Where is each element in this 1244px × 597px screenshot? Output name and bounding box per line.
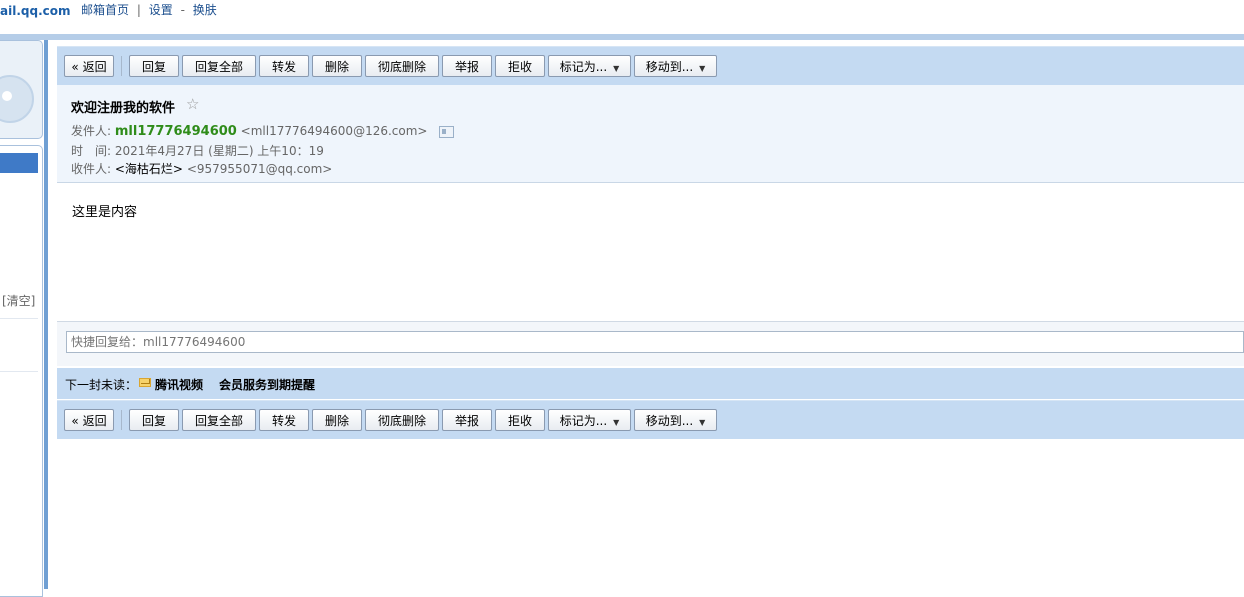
sidebar: [清空]: [0, 40, 44, 597]
from-label: 发件人:: [71, 124, 112, 138]
quick-reply-area: [57, 322, 1244, 366]
next-unread-sender[interactable]: 腾讯视频: [155, 376, 203, 393]
chevron-down-icon: ▼: [613, 418, 620, 427]
sidebar-top-panel: [0, 40, 43, 139]
star-icon[interactable]: ☆: [186, 95, 199, 113]
reply-button[interactable]: 回复: [129, 409, 179, 431]
move-to-label: 移动到...: [645, 60, 694, 74]
chevron-down-icon: ▼: [613, 64, 620, 73]
forward-button[interactable]: 转发: [259, 55, 309, 77]
delete-permanent-button[interactable]: 彻底删除: [365, 409, 439, 431]
link-separator: |: [136, 3, 141, 17]
sidebar-item-active[interactable]: [0, 153, 38, 173]
next-unread-subject[interactable]: 会员服务到期提醒: [219, 376, 315, 393]
time-label: 时 间:: [71, 144, 112, 158]
reject-button[interactable]: 拒收: [495, 55, 545, 77]
recipient-address: <957955071@qq.com>: [186, 162, 333, 176]
next-unread-bar: 下一封未读： 腾讯视频 会员服务到期提醒: [57, 368, 1244, 399]
mailbox-home-link[interactable]: 邮箱首页: [81, 1, 129, 18]
move-to-label: 移动到...: [645, 414, 694, 428]
toolbar-separator: [121, 410, 122, 430]
change-skin-link[interactable]: 换肤: [193, 1, 217, 18]
time-value: 2021年4月27日 (星期二) 上午10：19: [114, 144, 324, 158]
back-button[interactable]: « 返回: [64, 55, 114, 77]
move-to-dropdown[interactable]: 移动到... ▼: [634, 409, 717, 431]
mail-body: 这里是内容: [72, 205, 138, 220]
delete-button[interactable]: 删除: [312, 55, 362, 77]
divider: [0, 371, 38, 372]
to-label: 收件人:: [71, 162, 112, 176]
report-button[interactable]: 举报: [442, 55, 492, 77]
mark-as-dropdown[interactable]: 标记为... ▼: [548, 55, 631, 77]
delete-button[interactable]: 删除: [312, 409, 362, 431]
divider: [0, 318, 38, 319]
mail-header: 欢迎注册我的软件 ☆ 发件人: mll17776494600 <mll17776…: [57, 85, 1244, 183]
toolbar-bottom: « 返回 回复 回复全部 转发 删除 彻底删除 举报 拒收 标记为... ▼ 移动…: [57, 400, 1244, 439]
clear-button[interactable]: [清空]: [2, 292, 35, 309]
sidebar-folder-panel: [清空]: [0, 145, 43, 597]
header-links: 邮箱首页 | 设置 - 换肤: [81, 1, 217, 18]
toolbar-separator: [121, 56, 122, 76]
chevron-down-icon: ▼: [699, 64, 706, 73]
recipient-name[interactable]: <海枯石烂>: [115, 162, 183, 176]
quick-reply-input[interactable]: [66, 331, 1244, 353]
disc-icon: [0, 75, 34, 123]
top-header: ail.qq.com 邮箱首页 | 设置 - 换肤: [0, 0, 1244, 34]
delete-permanent-button[interactable]: 彻底删除: [365, 55, 439, 77]
from-row: 发件人: mll17776494600 <mll17776494600@126.…: [71, 122, 455, 139]
envelope-icon: [139, 378, 151, 387]
time-row: 时 间: 2021年4月27日 (星期二) 上午10：19: [71, 142, 324, 159]
to-row: 收件人: <海枯石烂> <957955071@qq.com>: [71, 160, 332, 177]
next-unread-label: 下一封未读：: [65, 378, 138, 392]
reply-all-button[interactable]: 回复全部: [182, 409, 256, 431]
mark-as-dropdown[interactable]: 标记为... ▼: [548, 409, 631, 431]
reject-button[interactable]: 拒收: [495, 409, 545, 431]
reply-button[interactable]: 回复: [129, 55, 179, 77]
forward-button[interactable]: 转发: [259, 409, 309, 431]
logo[interactable]: ail.qq.com: [0, 4, 70, 18]
mark-as-label: 标记为...: [559, 60, 608, 74]
toolbar-top: « 返回 回复 回复全部 转发 删除 彻底删除 举报 拒收 标记为... ▼ 移动…: [57, 46, 1244, 85]
link-separator: -: [180, 3, 185, 17]
contact-card-icon[interactable]: [439, 125, 455, 138]
mail-subject: 欢迎注册我的软件: [71, 101, 176, 116]
move-to-dropdown[interactable]: 移动到... ▼: [634, 55, 717, 77]
report-button[interactable]: 举报: [442, 409, 492, 431]
sender-name[interactable]: mll17776494600: [115, 124, 237, 139]
mark-as-label: 标记为...: [559, 414, 608, 428]
reply-all-button[interactable]: 回复全部: [182, 55, 256, 77]
sender-address: <mll17776494600@126.com>: [240, 124, 428, 138]
back-button[interactable]: « 返回: [64, 409, 114, 431]
mail-reader: « 返回 回复 回复全部 转发 删除 彻底删除 举报 拒收 标记为... ▼ 移动…: [48, 40, 1244, 589]
chevron-down-icon: ▼: [699, 418, 706, 427]
settings-link[interactable]: 设置: [149, 1, 173, 18]
